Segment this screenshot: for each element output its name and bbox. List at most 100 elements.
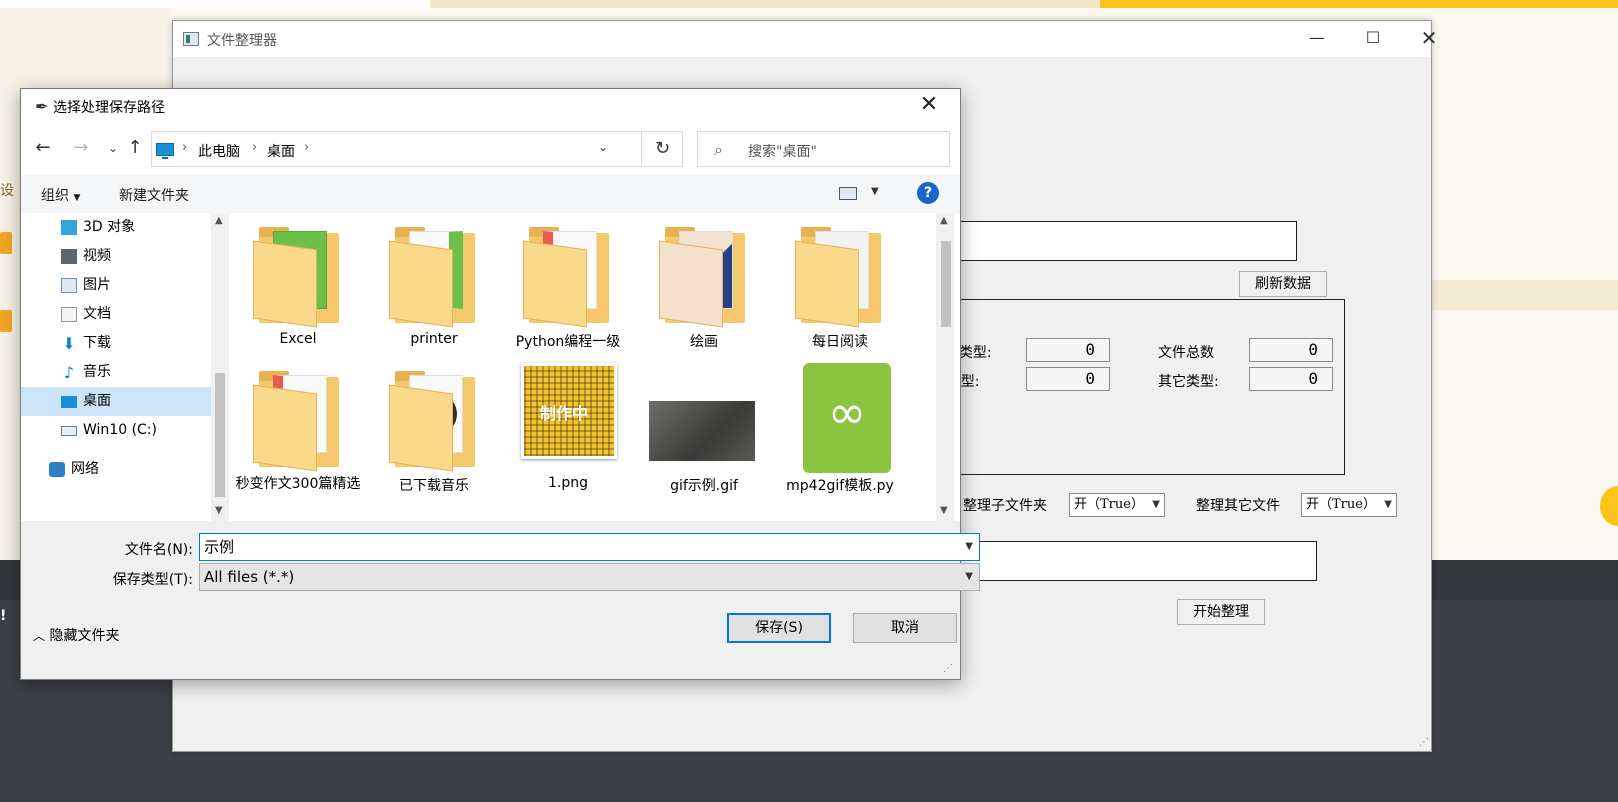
nav-item-label: 文档 [83,306,111,322]
breadcrumb-desktop[interactable]: 桌面 [267,141,295,161]
save-path-entry[interactable] [933,541,1317,581]
nav-item-video[interactable]: 视频 [21,242,211,271]
nav-item-label: 音乐 [83,364,111,380]
forward-arrow-icon[interactable]: → [67,131,95,165]
save-button[interactable]: 保存(S) [727,613,831,643]
folder-icon [795,223,887,328]
subfolder-option-value: 开（True） [1074,497,1144,512]
nav-item-label: 下载 [83,335,111,351]
main-window-title: 文件整理器 [207,33,277,49]
view-options-icon[interactable] [839,187,857,200]
file-item-downloaded-music[interactable]: 已下载音乐 [367,361,501,501]
file-list: Excel printer Python编程一级 绘画 每日阅读 秒变作文300… [229,213,942,521]
nav-item-pictures[interactable]: 图片 [21,271,211,300]
chevron-down-icon[interactable]: ▼ [965,534,973,560]
nav-item-documents[interactable]: 文档 [21,300,211,329]
file-name: Excel [279,331,317,347]
file-list-scrollbar-thumb[interactable] [941,241,951,327]
refresh-icon[interactable]: ↻ [643,131,683,167]
file-item-daily-reading[interactable]: 每日阅读 [773,217,907,357]
file-item-gif-example[interactable]: gif示例.gif [637,361,771,501]
nav-item-music[interactable]: ♪ 音乐 [21,358,211,387]
subfolder-option-select[interactable]: 开（True） ▼ [1069,493,1165,517]
drive-icon [61,426,77,436]
search-placeholder: 搜索"桌面" [748,144,817,160]
nav-item-c-drive[interactable]: Win10 (C:) [21,416,211,445]
main-titlebar[interactable]: 文件整理器 — ☐ ✕ [173,21,1437,57]
navigation-pane: 3D 对象 视频 图片 文档 ⬇ 下载 ♪ 音乐 桌面 Win10 (C:) 网… [21,213,229,521]
scroll-down-icon[interactable]: ▼ [940,505,948,516]
breadcrumb-separator-icon[interactable]: › [304,140,309,155]
close-icon[interactable]: ✕ [1401,21,1457,57]
nav-item-label: Win10 (C:) [83,422,157,438]
maximize-icon[interactable]: ☐ [1345,21,1401,57]
folder-icon [253,367,345,472]
photo-thumbnail-icon [649,401,755,461]
folder-icon [389,223,481,328]
dialog-title: 选择处理保存路径 [53,100,165,116]
filetype-value: All files (*.*) [204,568,295,586]
background-floating-button[interactable] [1600,486,1618,526]
filetype-select[interactable]: All files (*.*) ▼ [199,563,980,591]
resize-grip[interactable]: ⋰ [943,663,953,674]
caret-down-icon: ▼ [73,193,81,203]
search-input[interactable]: ⌕ 搜索"桌面" [697,131,950,167]
file-item-python-level-1[interactable]: Python编程一级 [501,217,635,357]
file-item-essay-collection[interactable]: 秒变作文300篇精选 [231,361,365,501]
network-icon [49,462,65,477]
computer-icon [156,143,174,159]
file-item-excel[interactable]: Excel [231,217,365,357]
filename-input[interactable]: 示例 ▼ [199,533,980,561]
start-organize-button[interactable]: 开始整理 [1177,599,1265,625]
address-bar[interactable]: › 此电脑 › 桌面 › ⌄ [151,131,642,167]
background-folder-icon [0,232,12,254]
navigation-scrollbar-thumb[interactable] [215,373,225,497]
chevron-down-icon: ▼ [965,571,973,582]
organize-menu[interactable]: 组织 ▼ [41,185,80,205]
caret-down-icon[interactable]: ▼ [871,186,879,197]
file-item-painting[interactable]: 绘画 [637,217,771,357]
resize-grip[interactable]: ⋰ [1419,737,1429,748]
breadcrumb-this-pc[interactable]: 此电脑 [198,141,240,161]
filename-label: 文件名(N): [124,542,193,558]
back-arrow-icon[interactable]: ← [29,131,57,165]
help-icon[interactable]: ? [917,182,939,204]
source-path-entry[interactable] [933,221,1297,261]
subfolder-option-label: 整理子文件夹 [963,498,1047,514]
other-files-option-value: 开（True） [1306,497,1376,512]
other-count-label: 其它类型: [1158,374,1219,390]
folder-icon [253,223,345,328]
image-thumbnail-icon: 制作中 [521,363,617,459]
nav-item-3d-objects[interactable]: 3D 对象 [21,213,211,242]
minimize-icon[interactable]: — [1289,21,1345,57]
address-dropdown-icon[interactable]: ⌄ [598,140,608,154]
other-count-value: 0 [1249,367,1333,391]
refresh-data-button[interactable]: 刷新数据 [1239,271,1327,297]
feather-icon: ✒ [35,97,49,116]
new-folder-button[interactable]: 新建文件夹 [119,185,189,205]
filename-value: 示例 [204,538,235,556]
file-item-1-png[interactable]: 制作中 1.png [501,361,635,501]
cancel-button[interactable]: 取消 [853,613,957,643]
nav-item-desktop[interactable]: 桌面 [21,387,211,416]
nav-item-label: 图片 [83,277,111,293]
scroll-up-icon[interactable]: ▲ [215,215,223,226]
file-name: 1.png [547,475,588,491]
scroll-down-icon[interactable]: ▼ [215,505,223,516]
stats-frame: exe类型: 0 文件总数 0 ui类型: 0 其它类型: 0 [933,299,1345,475]
scroll-up-icon[interactable]: ▲ [940,215,948,226]
nav-item-network[interactable]: 网络 [9,455,199,484]
close-icon[interactable]: ✕ [899,89,959,123]
hide-folders-toggle[interactable]: ︿ 隐藏文件夹 [33,625,119,645]
other-files-option-select[interactable]: 开（True） ▼ [1301,493,1397,517]
nav-item-downloads[interactable]: ⬇ 下载 [21,329,211,358]
file-item-printer[interactable]: printer [367,217,501,357]
background-accent-band [1100,0,1618,8]
folder-icon [389,367,481,472]
file-item-mp42gif-py[interactable]: ∞ mp42gif模板.py [773,361,907,501]
background-folder-icon [0,310,12,332]
total-count-label: 文件总数 [1158,345,1214,361]
python-file-icon: ∞ [803,363,891,473]
total-count-value: 0 [1249,338,1333,362]
up-arrow-icon[interactable]: ↑ [121,131,149,165]
